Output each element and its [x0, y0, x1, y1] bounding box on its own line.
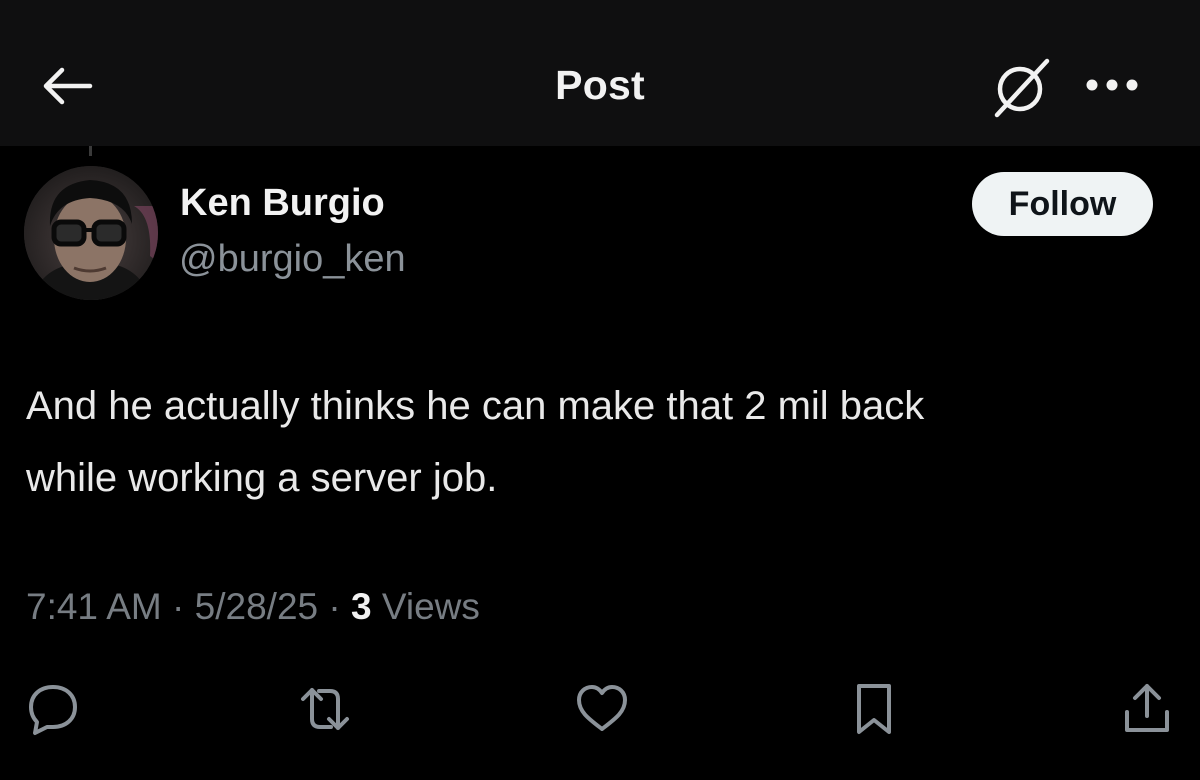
share-upload-icon — [1125, 684, 1169, 732]
ellipsis-icon — [1086, 79, 1138, 91]
speech-bubble-icon — [29, 685, 77, 735]
post-metadata: 7:41 AM · 5/28/25 · 3 Views — [26, 586, 480, 628]
avatar[interactable] — [24, 166, 158, 300]
profile-photo — [24, 166, 158, 300]
repost-arrows-icon — [301, 688, 349, 730]
reply-button[interactable] — [22, 678, 84, 740]
heart-icon — [577, 685, 627, 731]
meta-separator: · — [318, 586, 351, 627]
grok-button[interactable] — [986, 52, 1058, 120]
post-text: And he actually thinks he can make that … — [26, 384, 925, 500]
repost-button[interactable] — [294, 678, 356, 740]
grok-slash-circle-icon — [994, 58, 1050, 118]
post-time[interactable]: 7:41 AM — [26, 586, 162, 627]
like-button[interactable] — [571, 678, 633, 740]
author-handle[interactable]: @burgio_ken — [179, 238, 406, 281]
bookmark-icon — [857, 684, 891, 734]
top-navigation-bar: Post — [0, 0, 1200, 146]
share-button[interactable] — [1116, 678, 1178, 740]
bookmark-button[interactable] — [843, 678, 905, 740]
more-options-button[interactable] — [1082, 62, 1142, 108]
meta-separator: · — [161, 586, 195, 627]
views-label: Views — [371, 586, 480, 627]
follow-button[interactable]: Follow — [972, 172, 1153, 236]
views-count: 3 — [351, 586, 372, 627]
post-date[interactable]: 5/28/25 — [195, 586, 318, 627]
author-name[interactable]: Ken Burgio — [180, 182, 385, 225]
thread-connector-line — [89, 146, 92, 156]
